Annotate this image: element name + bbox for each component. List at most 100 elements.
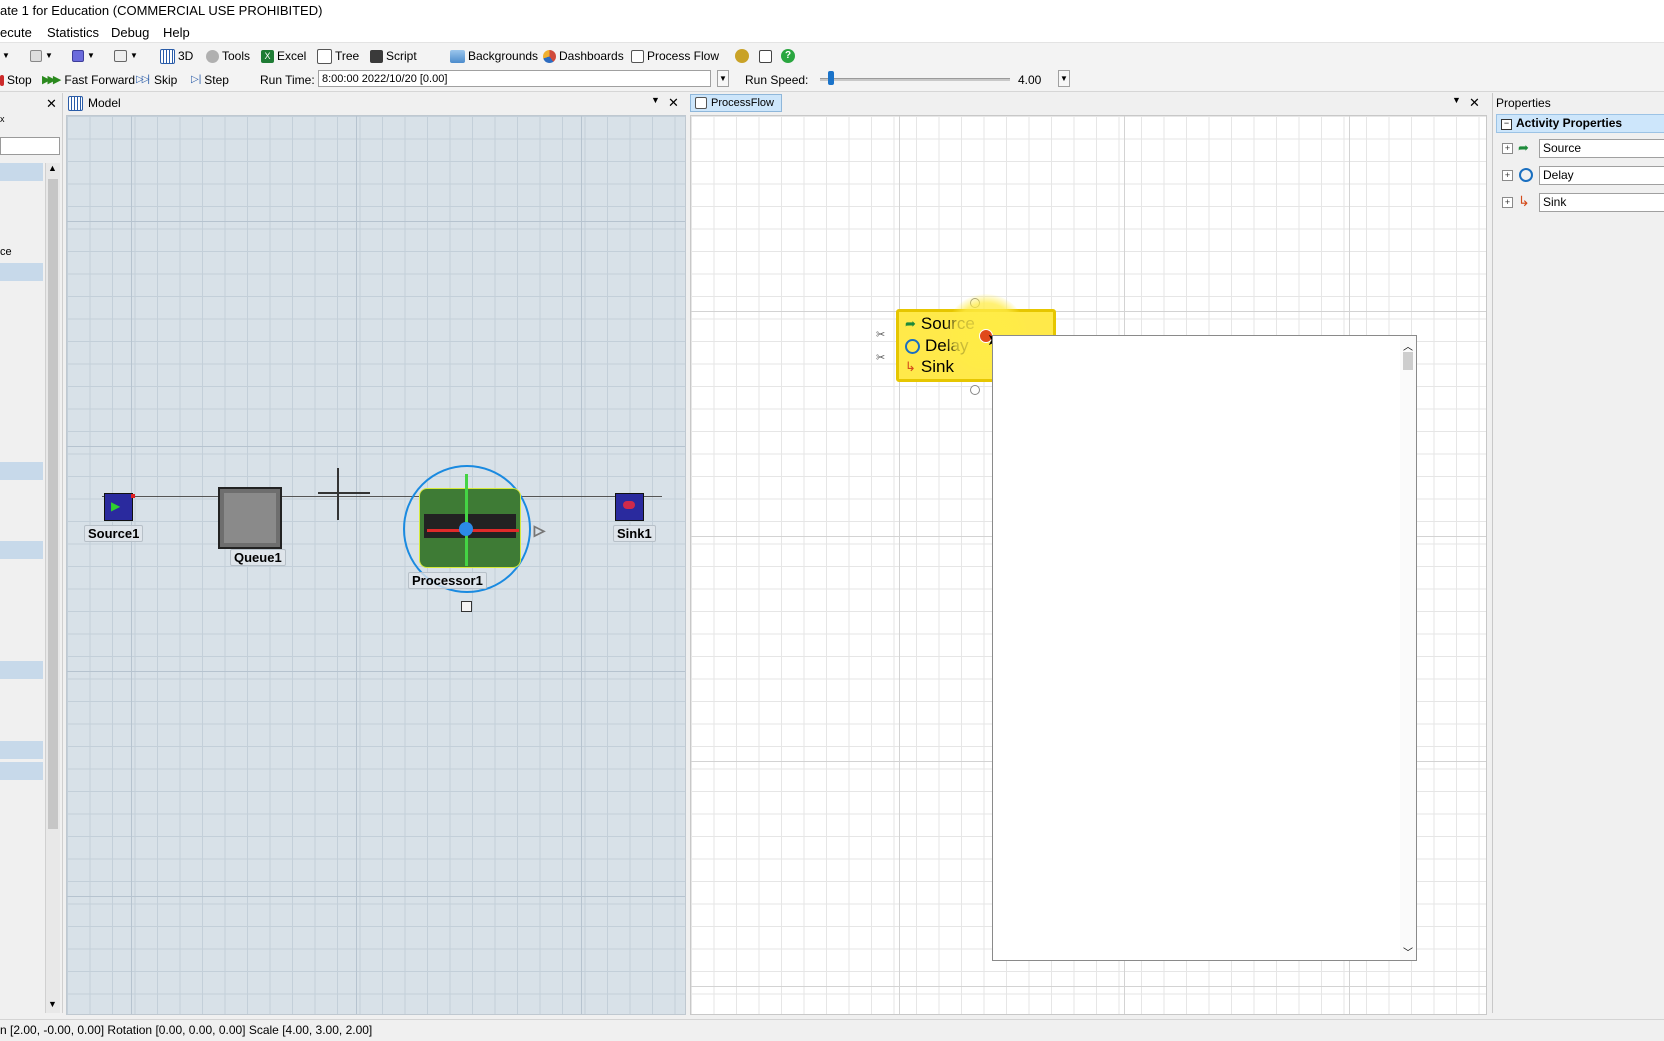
model-3d-view[interactable]: ▶ Source1 Queue1 ▷ Processor1 Sink1 xyxy=(66,115,686,1015)
y-axis-handle[interactable] xyxy=(465,474,468,566)
chevron-down-icon[interactable]: ▼ xyxy=(1452,95,1461,105)
tools-button[interactable]: Tools xyxy=(206,48,250,64)
script-icon xyxy=(370,49,383,63)
library-group-6[interactable] xyxy=(0,741,43,759)
activity-properties-section[interactable]: − Activity Properties xyxy=(1496,114,1664,133)
object-connector-line xyxy=(102,496,662,497)
grid-major-line xyxy=(67,221,685,222)
library-group-7[interactable] xyxy=(0,762,43,780)
scroll-down-icon[interactable]: ﹀ xyxy=(1403,944,1413,959)
library-group-2[interactable] xyxy=(0,263,43,281)
processflow-canvas[interactable]: ➦ Source Delay ↳ Sink ✂ ✂ ➤ ︿ ﹀ xyxy=(690,115,1487,1015)
scissors-icon[interactable]: ✂ xyxy=(876,351,885,364)
settings-button[interactable] xyxy=(735,48,749,64)
source-name-field[interactable]: Source xyxy=(1539,139,1664,158)
play-icon: ▶ xyxy=(111,499,121,513)
library-group-1[interactable] xyxy=(0,163,43,181)
status-bar: n [2.00, -0.00, 0.00] Rotation [0.00, 0.… xyxy=(0,1019,1664,1041)
tab-model[interactable]: Model xyxy=(68,95,121,111)
z-axis-handle[interactable] xyxy=(459,522,473,536)
scroll-up-icon[interactable]: ︿ xyxy=(1403,338,1413,353)
stop-button[interactable]: Stop xyxy=(0,72,32,88)
fast-forward-button[interactable]: ▶▶▶ Fast Forward xyxy=(42,72,135,88)
menu-statistics[interactable]: Statistics xyxy=(47,25,99,40)
library-scrollbar[interactable]: ▲ ▼ xyxy=(45,163,60,1013)
close-icon[interactable]: ✕ xyxy=(46,97,57,110)
queue-object[interactable] xyxy=(218,487,282,549)
connector-handle-bottom[interactable] xyxy=(970,385,980,395)
run-time-label: Run Time: xyxy=(260,73,315,87)
dropdown-popup[interactable]: ︿ ﹀ xyxy=(992,335,1417,961)
view-3d-button[interactable]: 3D xyxy=(160,48,193,64)
run-time-dropdown[interactable]: ▼ xyxy=(717,70,729,87)
library-search-input[interactable] xyxy=(0,137,60,155)
status-transform-text: n [2.00, -0.00, 0.00] Rotation [0.00, 0.… xyxy=(0,1023,373,1037)
chevron-down-icon[interactable]: ▼ xyxy=(651,95,660,105)
resize-arrow-icon[interactable]: ▷ xyxy=(534,522,546,539)
process-flow-icon xyxy=(695,97,707,109)
expand-icon[interactable]: + xyxy=(1502,143,1513,154)
grid-3d-icon xyxy=(160,48,175,64)
grid-major-line xyxy=(691,311,1486,312)
activity-sink[interactable]: ↳ Sink xyxy=(905,357,954,377)
menu-execute[interactable]: ecute xyxy=(0,25,32,40)
step-button[interactable]: ▷| Step xyxy=(191,72,229,88)
run-time-field[interactable]: 8:00:00 2022/10/20 [0.00] xyxy=(318,70,711,87)
menu-debug[interactable]: Debug xyxy=(111,25,149,40)
library-panel: ✕ x ce ▲ ▼ xyxy=(0,93,63,1013)
library-group-4[interactable] xyxy=(0,541,43,559)
title-bar: ate 1 for Education (COMMERCIAL USE PROH… xyxy=(0,0,1664,22)
run-speed-slider-thumb[interactable] xyxy=(827,71,834,85)
connect-tool-button[interactable]: ▼ xyxy=(30,48,53,64)
crosshair-horizontal xyxy=(318,492,370,494)
collapse-icon[interactable]: − xyxy=(1501,119,1512,130)
stopwatch-icon xyxy=(1519,168,1533,182)
library-scrollbar-thumb[interactable] xyxy=(48,179,58,829)
scroll-down-icon[interactable]: ▼ xyxy=(48,999,57,1009)
tree-structure-button[interactable] xyxy=(759,48,772,64)
property-row-delay[interactable]: + Delay xyxy=(1493,163,1664,187)
scale-handle[interactable] xyxy=(461,601,472,612)
process-flow-icon xyxy=(631,49,644,63)
dashboards-button[interactable]: Dashboards xyxy=(543,48,624,64)
close-icon[interactable]: ✕ xyxy=(1469,96,1480,109)
popup-scrollbar-thumb[interactable] xyxy=(1403,352,1413,370)
property-row-source[interactable]: + ➦ Source xyxy=(1493,136,1664,160)
process-flow-button[interactable]: Process Flow xyxy=(631,48,719,64)
delay-name-field[interactable]: Delay xyxy=(1539,166,1664,185)
expand-icon[interactable]: + xyxy=(1502,170,1513,181)
popup-scrollbar[interactable]: ︿ ﹀ xyxy=(1400,336,1416,960)
run-speed-dropdown[interactable]: ▼ xyxy=(1058,70,1070,87)
tab-processflow[interactable]: ProcessFlow xyxy=(690,94,782,112)
toolbar-dropdown-a[interactable]: ▼ xyxy=(2,48,10,64)
help-button[interactable]: ? xyxy=(781,48,795,64)
source-object[interactable]: ▶ xyxy=(104,493,135,521)
tree-button[interactable]: Tree xyxy=(317,48,359,64)
close-icon[interactable]: ✕ xyxy=(668,96,679,109)
skip-icon: ▷▷| xyxy=(136,74,150,85)
x-axis-handle[interactable] xyxy=(427,529,519,532)
sink-object[interactable] xyxy=(615,493,644,521)
color-tool-button[interactable]: ▼ xyxy=(72,48,95,64)
sink-name-field[interactable]: Sink xyxy=(1539,193,1664,212)
script-button[interactable]: Script xyxy=(370,48,417,64)
panel-tab-fragment[interactable]: x xyxy=(0,114,8,124)
scroll-up-icon[interactable]: ▲ xyxy=(48,163,57,173)
excel-button[interactable]: X Excel xyxy=(261,48,306,64)
queue-label: Queue1 xyxy=(230,549,286,566)
view-tool-button[interactable]: ▼ xyxy=(114,48,138,64)
property-row-sink[interactable]: + ↳ Sink xyxy=(1493,190,1664,214)
run-speed-value: 4.00 xyxy=(1018,73,1042,87)
skip-button[interactable]: ▷▷| Skip xyxy=(136,72,177,88)
backgrounds-button[interactable]: Backgrounds xyxy=(450,48,538,64)
library-group-5[interactable] xyxy=(0,661,43,679)
color-swatch-icon xyxy=(72,50,84,62)
grid-icon xyxy=(68,95,83,111)
fast-forward-icon: ▶▶▶ xyxy=(42,74,61,86)
library-item-fragment[interactable]: ce xyxy=(0,246,12,258)
expand-icon[interactable]: + xyxy=(1502,197,1513,208)
menu-help[interactable]: Help xyxy=(163,25,190,40)
library-group-3[interactable] xyxy=(0,462,43,480)
run-speed-slider[interactable] xyxy=(820,78,1010,81)
scissors-icon[interactable]: ✂ xyxy=(876,328,885,341)
